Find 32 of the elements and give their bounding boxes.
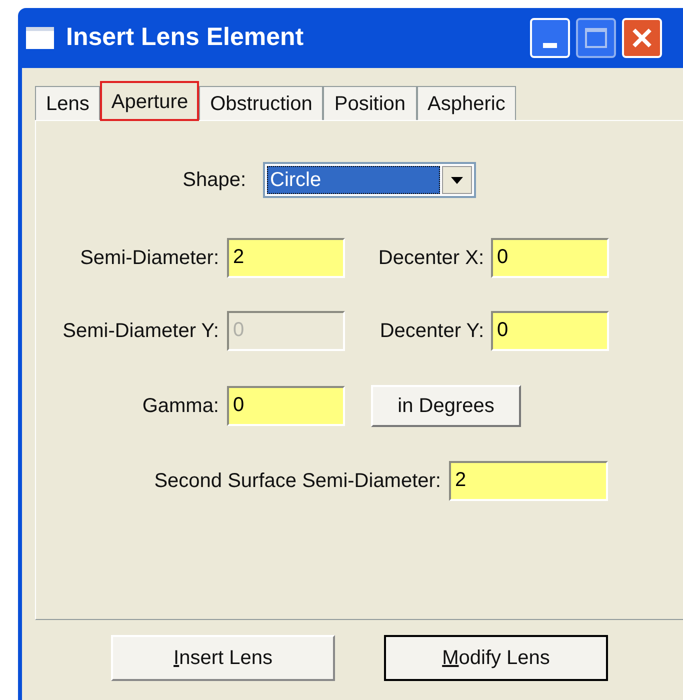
- close-button[interactable]: [622, 18, 662, 58]
- maximize-icon: [585, 28, 607, 48]
- dialog-button[interactable]: Modify Lens: [384, 635, 608, 681]
- tab[interactable]: Obstruction: [199, 86, 324, 120]
- dropdown-arrow-button[interactable]: [442, 166, 472, 194]
- minimize-button[interactable]: [530, 18, 570, 58]
- tab[interactable]: Aperture: [100, 81, 200, 121]
- input-field[interactable]: 0: [227, 386, 345, 426]
- window-icon: [26, 27, 54, 49]
- field-label: Decenter Y:: [378, 319, 484, 344]
- tab[interactable]: Aspheric: [416, 86, 516, 120]
- dialog-button[interactable]: Insert Lens: [111, 635, 335, 681]
- field-label: Semi-Diameter:: [79, 246, 219, 271]
- field-label: Semi-Diameter Y:: [62, 319, 219, 344]
- field-label: Second Surface Semi-Diameter:: [153, 469, 441, 494]
- maximize-button[interactable]: [576, 18, 616, 58]
- minimize-icon: [543, 43, 557, 48]
- unit-button[interactable]: in Degrees: [371, 385, 521, 427]
- input-field[interactable]: 2: [227, 238, 345, 278]
- field-label: Shape:: [182, 168, 246, 193]
- dropdown-value: Circle: [267, 166, 440, 194]
- input-field[interactable]: 2: [449, 461, 608, 501]
- window-title: Insert Lens Element: [66, 22, 304, 54]
- input-field[interactable]: 0: [491, 238, 609, 278]
- shape-dropdown[interactable]: Circle: [263, 162, 476, 198]
- tab[interactable]: Position: [323, 86, 417, 120]
- tab[interactable]: Lens: [35, 86, 100, 120]
- caret-icon: [451, 176, 463, 184]
- field-label: Gamma:: [141, 394, 219, 419]
- field-label: Decenter X:: [377, 246, 484, 271]
- close-icon: [631, 27, 653, 49]
- input-field[interactable]: 0: [491, 311, 609, 351]
